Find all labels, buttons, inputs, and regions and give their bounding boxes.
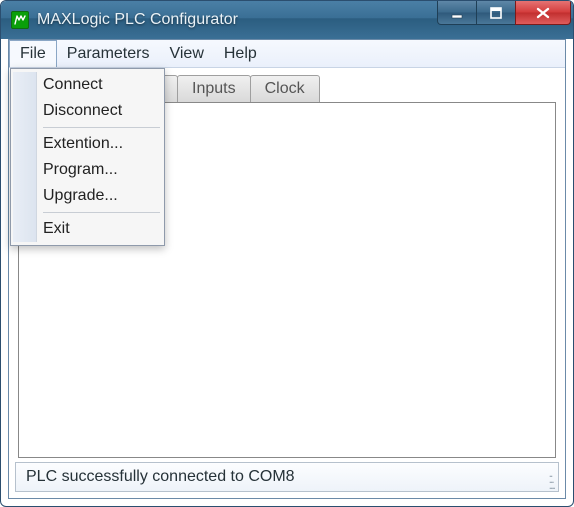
menu-connect[interactable]: Connect: [13, 72, 162, 98]
menu-file[interactable]: File Connect Disconnect Extention... Pro…: [9, 40, 57, 67]
minimize-button[interactable]: [437, 1, 477, 25]
dropdown-separator: [43, 127, 160, 128]
menu-help-label: Help: [224, 45, 257, 63]
window-buttons: [438, 1, 573, 39]
close-button[interactable]: [515, 1, 571, 25]
tab-inputs-label: Inputs: [192, 80, 236, 98]
menu-program[interactable]: Program...: [13, 157, 162, 183]
menu-extension[interactable]: Extention...: [13, 131, 162, 157]
menu-parameters[interactable]: Parameters: [57, 40, 160, 67]
menu-view-label: View: [169, 45, 203, 63]
resize-grip-icon[interactable]: .........: [549, 470, 554, 488]
app-window: MAXLogic PLC Configurator File Connect D…: [0, 0, 574, 507]
status-bar: PLC successfully connected to COM8 .....…: [15, 462, 559, 492]
menu-upgrade[interactable]: Upgrade...: [13, 183, 162, 209]
tab-clock-label: Clock: [265, 80, 305, 98]
maximize-button[interactable]: [476, 1, 516, 25]
client-area: File Connect Disconnect Extention... Pro…: [8, 39, 566, 499]
dropdown-separator: [43, 212, 160, 213]
window-title: MAXLogic PLC Configurator: [37, 11, 438, 29]
menu-disconnect[interactable]: Disconnect: [13, 98, 162, 124]
menu-view[interactable]: View: [159, 40, 213, 67]
title-bar[interactable]: MAXLogic PLC Configurator: [1, 1, 573, 39]
app-icon: [11, 11, 29, 29]
tab-clock[interactable]: Clock: [250, 75, 320, 103]
menu-file-label: File: [20, 45, 46, 63]
file-dropdown: Connect Disconnect Extention... Program.…: [10, 68, 165, 246]
status-text: PLC successfully connected to COM8: [26, 468, 295, 486]
tab-inputs[interactable]: Inputs: [177, 75, 251, 103]
menu-parameters-label: Parameters: [67, 45, 150, 63]
menu-exit[interactable]: Exit: [13, 216, 162, 242]
menu-help[interactable]: Help: [214, 40, 267, 67]
menu-bar: File Connect Disconnect Extention... Pro…: [9, 40, 565, 68]
